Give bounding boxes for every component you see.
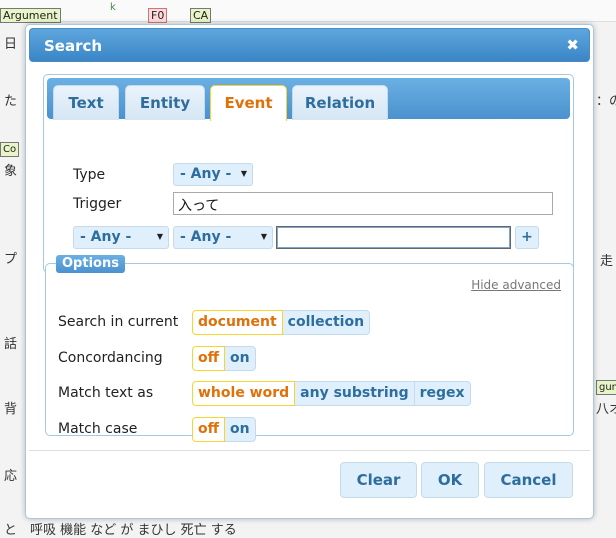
search-in-toggle: document collection — [192, 310, 371, 335]
tab-text[interactable]: Text — [53, 85, 119, 120]
annotation-tag-argument[interactable]: Argument — [0, 8, 61, 23]
match-any-substring-option[interactable]: any substring — [294, 381, 415, 406]
trigger-label: Trigger — [73, 196, 122, 212]
concordancing-on-option[interactable]: on — [223, 346, 256, 371]
button-separator — [29, 450, 590, 451]
options-fieldset: Options Hide advanced Search in current … — [45, 255, 574, 442]
annotation-tag-ca[interactable]: CA — [190, 8, 212, 23]
background-text: と 呼吸 機能 など が まひし 死亡 する — [4, 523, 237, 538]
close-icon[interactable]: ✖ — [566, 36, 579, 54]
dialog-title: Search — [44, 37, 103, 55]
match-case-toggle: off on — [192, 417, 256, 442]
match-case-label: Match case — [58, 421, 138, 437]
search-dialog: Search ✖ Text Entity Event Relation Type… — [25, 24, 594, 519]
match-regex-option[interactable]: regex — [413, 381, 471, 406]
annotation-arc-label: k — [110, 2, 116, 13]
search-in-document-option[interactable]: document — [192, 310, 283, 335]
options-legend: Options — [56, 255, 125, 273]
argument-type-value: - Any - — [180, 229, 232, 245]
background-text: ：の — [596, 94, 616, 109]
add-argument-button[interactable]: + — [515, 226, 539, 249]
tab-relation[interactable]: Relation — [292, 85, 388, 120]
background-text: 象 — [4, 164, 18, 179]
search-tabs: Text Entity Event Relation Type - Any - … — [43, 74, 574, 273]
caret-down-icon: ▼ — [156, 232, 163, 241]
annotation-row — [0, 0, 616, 22]
background-text: 背 — [4, 402, 18, 417]
concordancing-toggle: off on — [192, 346, 256, 371]
event-type-select[interactable]: - Any - ▼ — [173, 163, 253, 186]
background-text: 話 — [4, 337, 18, 352]
match-text-toggle: whole word any substring regex — [192, 381, 471, 406]
concordancing-off-option[interactable]: off — [192, 346, 225, 371]
tab-bar: Text Entity Event Relation — [47, 78, 570, 121]
caret-down-icon: ▼ — [240, 169, 247, 178]
background-text: プ — [4, 252, 18, 267]
hide-advanced-link[interactable]: Hide advanced — [471, 278, 561, 292]
match-case-off-option[interactable]: off — [192, 417, 225, 442]
background-tag[interactable]: gun — [596, 380, 616, 395]
argument-text-input[interactable] — [276, 226, 511, 249]
event-type-value: - Any - — [180, 166, 232, 182]
tab-entity[interactable]: Entity — [125, 85, 205, 120]
match-case-on-option[interactable]: on — [223, 417, 256, 442]
concordancing-label: Concordancing — [58, 350, 163, 366]
type-label: Type — [73, 167, 106, 183]
match-text-label: Match text as — [58, 385, 154, 401]
search-in-label: Search in current — [58, 314, 179, 330]
annotation-tag-f0[interactable]: F0 — [148, 8, 168, 23]
clear-button[interactable]: Clear — [340, 462, 417, 498]
background-tag[interactable]: Co — [0, 142, 20, 157]
argument-role-select[interactable]: - Any - ▼ — [73, 226, 169, 249]
background-text: 八オ — [596, 402, 616, 417]
background-text: 走 — [600, 254, 614, 269]
cancel-button[interactable]: Cancel — [484, 462, 573, 498]
dialog-titlebar[interactable]: Search ✖ — [29, 28, 590, 62]
background-text: 応 — [4, 469, 18, 484]
tab-event[interactable]: Event — [210, 85, 287, 121]
trigger-input[interactable]: 入って — [173, 192, 553, 215]
caret-down-icon: ▼ — [260, 232, 267, 241]
background-text: 日 — [4, 37, 18, 52]
argument-type-select[interactable]: - Any - ▼ — [173, 226, 273, 249]
search-in-collection-option[interactable]: collection — [281, 310, 371, 335]
background-text: た — [4, 94, 18, 109]
ok-button[interactable]: OK — [421, 462, 479, 498]
match-whole-word-option[interactable]: whole word — [192, 381, 296, 406]
argument-role-value: - Any - — [80, 229, 132, 245]
